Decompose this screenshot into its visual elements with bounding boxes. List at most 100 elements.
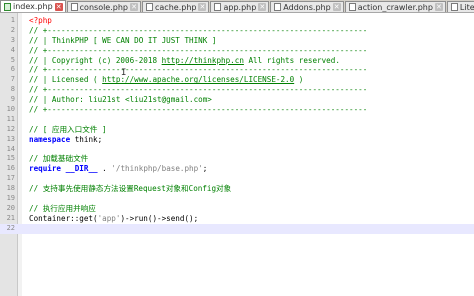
code-token: // 加载基础文件 bbox=[29, 154, 89, 164]
code-text: // 加载基础文件 bbox=[29, 154, 88, 164]
line-number: 6 bbox=[10, 65, 15, 74]
code-line[interactable]: 4 // +-----------------------------------… bbox=[0, 46, 474, 56]
code-line[interactable]: 20 // 执行应用并响应 bbox=[0, 204, 474, 214]
line-number: 22 bbox=[6, 223, 15, 232]
tab-label: index.php bbox=[13, 2, 53, 11]
code-line[interactable]: 10 // +----------------------------------… bbox=[0, 105, 474, 115]
code-line[interactable]: 11 bbox=[0, 115, 474, 125]
code-line[interactable]: 22 bbox=[0, 223, 474, 234]
tab-console-php[interactable]: console.php ✕ bbox=[66, 1, 141, 12]
code-text: // | Author: liu21st <liu21st@gmail.com> bbox=[29, 95, 212, 105]
close-icon[interactable]: ✕ bbox=[130, 3, 138, 11]
line-number: 1 bbox=[10, 16, 15, 24]
code-token: )->run()->send(); bbox=[120, 213, 199, 223]
close-icon[interactable]: ✕ bbox=[434, 3, 443, 11]
code-token: // +------------------------------------… bbox=[29, 85, 368, 95]
file-icon bbox=[348, 3, 356, 11]
code-line[interactable]: 2 // +-----------------------------------… bbox=[0, 26, 474, 36]
code-link[interactable]: http://thinkphp.cn bbox=[162, 56, 244, 65]
code-text: // 支持事先使用静态方法设置Request对象和Config对象 bbox=[29, 184, 231, 194]
code-line[interactable]: 8 // +-----------------------------------… bbox=[0, 85, 474, 95]
tab-label: Addons.php bbox=[283, 2, 331, 12]
code-token: namespace bbox=[29, 134, 71, 144]
code-line[interactable]: 21 Container::get('app')->run()->send(); bbox=[0, 214, 474, 224]
code-text: <?php bbox=[29, 16, 52, 26]
line-number: 15 bbox=[6, 154, 15, 163]
file-icon bbox=[4, 2, 11, 11]
tab-cache-php[interactable]: cache.php ✕ bbox=[142, 1, 210, 12]
code-text: // | Licensed ( http://www.apache.org/li… bbox=[29, 75, 303, 85]
file-icon bbox=[450, 3, 458, 11]
code-line[interactable]: 1 <?php bbox=[0, 16, 474, 26]
code-token: require bbox=[29, 164, 62, 174]
line-number: 8 bbox=[10, 85, 15, 94]
code-line[interactable]: 19 bbox=[0, 194, 474, 204]
code-line[interactable]: 14 bbox=[0, 145, 474, 155]
tab-lite-php[interactable]: Lite.php✕ bbox=[446, 1, 474, 12]
code-line[interactable]: 5 // | Copyright (c) 2006-2018 http://thi… bbox=[0, 56, 474, 66]
line-number: 5 bbox=[10, 55, 15, 64]
line-number: 17 bbox=[6, 174, 15, 183]
file-icon bbox=[214, 3, 222, 11]
code-token: __DIR__ bbox=[65, 164, 98, 174]
tab-action_crawler-php[interactable]: action_crawler.php ✕ bbox=[344, 1, 446, 12]
line-number: 12 bbox=[6, 124, 15, 133]
tab-addons-php[interactable]: Addons.php ✕ bbox=[270, 1, 344, 12]
line-number: 2 bbox=[10, 25, 15, 34]
code-text: namespace think; bbox=[29, 135, 102, 145]
close-icon[interactable]: ✕ bbox=[332, 3, 341, 11]
code-token: // | ThinkPHP [ WE CAN DO IT JUST THINK … bbox=[29, 35, 217, 45]
code-text: // +------------------------------------… bbox=[29, 85, 367, 95]
code-line[interactable]: 6 // +-----------------------------------… bbox=[0, 65, 474, 75]
code-token: // 支持事先使用静态方法设置Request对象和Config对象 bbox=[29, 184, 232, 194]
code-text: // +------------------------------------… bbox=[29, 105, 367, 115]
line-number: 11 bbox=[6, 114, 15, 123]
file-icon bbox=[70, 3, 78, 11]
code-text: Container::get('app')->run()->send(); bbox=[29, 214, 198, 224]
code-line[interactable]: 12 // [ 应用入口文件 ] bbox=[0, 125, 474, 135]
code-token: // +------------------------------------… bbox=[29, 105, 368, 115]
code-token: // 执行应用并响应 bbox=[29, 203, 96, 213]
tab-label: app.php bbox=[223, 2, 257, 12]
code-line[interactable]: 17 bbox=[0, 174, 474, 184]
tab-index-php[interactable]: index.php ✕ bbox=[0, 0, 66, 12]
tab-label: cache.php bbox=[155, 2, 197, 12]
code-line[interactable]: 9 // | Author: liu21st <liu21st@gmail.com… bbox=[0, 95, 474, 105]
code-line[interactable]: 7 // | Licensed ( http://www.apache.org/l… bbox=[0, 75, 474, 85]
tab-app-php[interactable]: app.php ✕ bbox=[210, 1, 270, 12]
code-text: // 执行应用并响应 bbox=[29, 204, 96, 214]
tab-label: Lite.php bbox=[459, 2, 474, 12]
code-token: think; bbox=[70, 134, 103, 144]
line-number: 10 bbox=[6, 105, 15, 114]
code-text: // +------------------------------------… bbox=[29, 26, 367, 36]
code-token: 'app' bbox=[97, 213, 121, 223]
code-token: All rights reserved. bbox=[243, 55, 340, 65]
code-line[interactable]: 16 require __DIR__ . '/thinkphp/base.php'… bbox=[0, 164, 474, 174]
code-token: // +------------------------------------… bbox=[29, 25, 368, 35]
code-text: // +------------------------------------… bbox=[29, 46, 367, 56]
code-line[interactable]: 15 // 加载基础文件 bbox=[0, 154, 474, 164]
code-line[interactable]: 3 // | ThinkPHP [ WE CAN DO IT JUST THINK… bbox=[0, 36, 474, 46]
close-icon[interactable]: ✕ bbox=[54, 2, 63, 11]
code-text: // [ 应用入口文件 ] bbox=[29, 125, 107, 135]
tab-label: action_crawler.php bbox=[357, 2, 433, 12]
code-token: // +------------------------------------… bbox=[29, 65, 368, 75]
line-number: 4 bbox=[10, 45, 15, 54]
close-icon[interactable]: ✕ bbox=[198, 3, 207, 11]
code-token: // | Copyright (c) 2006-2018 bbox=[29, 55, 162, 65]
code-link[interactable]: http://www.apache.org/licenses/LICENSE-2… bbox=[102, 75, 294, 84]
code-token: . bbox=[97, 164, 112, 174]
code-editor[interactable]: 1 <?php 2 // +-----------------------------… bbox=[0, 13, 474, 296]
code-line[interactable]: 13 namespace think; bbox=[0, 135, 474, 145]
file-icon bbox=[146, 3, 153, 11]
line-number: 16 bbox=[6, 164, 15, 173]
line-number: 19 bbox=[6, 194, 15, 203]
line-number: 9 bbox=[10, 95, 15, 104]
code-lines: 1 <?php 2 // +-----------------------------… bbox=[0, 16, 474, 234]
code-line[interactable]: 18 // 支持事先使用静态方法设置Request对象和Config对象 bbox=[0, 184, 474, 194]
code-token: <?php bbox=[29, 16, 52, 25]
close-icon[interactable]: ✕ bbox=[258, 3, 267, 11]
code-token: // | Author: liu21st <liu21st@gmail.com> bbox=[29, 95, 212, 105]
code-token: // | Licensed ( bbox=[29, 75, 103, 85]
code-token: // [ 应用入口文件 ] bbox=[29, 124, 107, 134]
